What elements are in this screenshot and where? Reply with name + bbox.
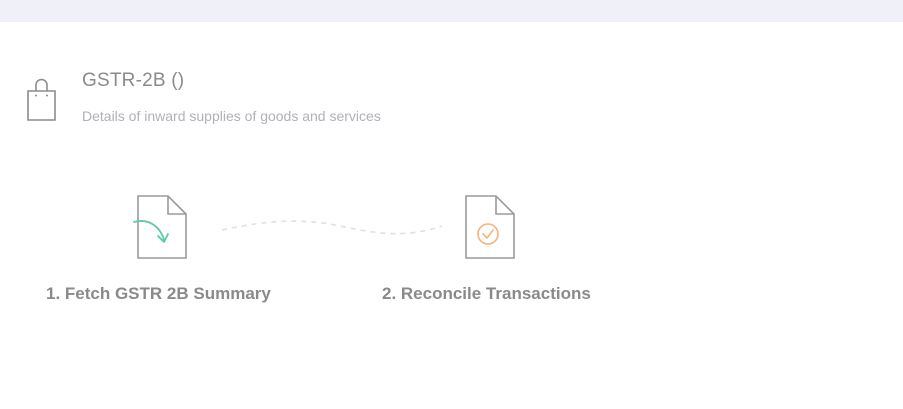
document-check-icon bbox=[465, 195, 515, 259]
document-fetch-icon bbox=[133, 195, 187, 259]
page-title: GSTR-2B () bbox=[82, 70, 185, 91]
step-label: 1. Fetch GSTR 2B Summary bbox=[46, 284, 271, 303]
step-fetch-summary[interactable]: 1. Fetch GSTR 2B Summary bbox=[46, 194, 286, 309]
step-label: 2. Reconcile Transactions bbox=[382, 284, 591, 303]
shopping-bag-icon bbox=[27, 78, 56, 121]
step-reconcile[interactable]: 2. Reconcile Transactions bbox=[382, 194, 622, 309]
top-bar bbox=[0, 0, 903, 22]
page-subtitle: Details of inward supplies of goods and … bbox=[82, 108, 381, 124]
page-header: GSTR-2B () Details of inward supplies of… bbox=[26, 70, 626, 130]
